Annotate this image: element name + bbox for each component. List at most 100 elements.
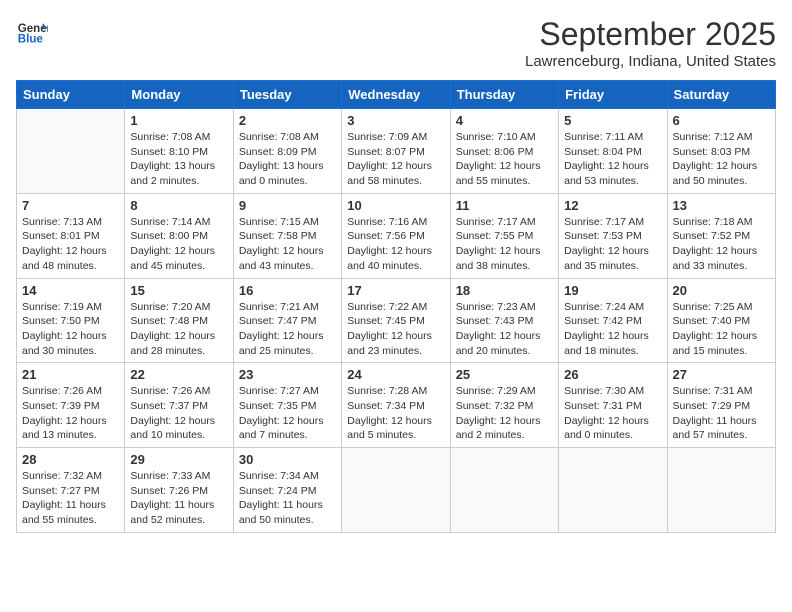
- day-info: Sunrise: 7:17 AM Sunset: 7:55 PM Dayligh…: [456, 215, 553, 274]
- weekday-header-sunday: Sunday: [17, 81, 125, 109]
- day-info: Sunrise: 7:22 AM Sunset: 7:45 PM Dayligh…: [347, 300, 444, 359]
- location-subtitle: Lawrenceburg, Indiana, United States: [525, 53, 776, 70]
- day-number: 21: [22, 367, 119, 382]
- month-title: September 2025: [525, 16, 776, 53]
- calendar-cell: 27 Sunrise: 7:31 AM Sunset: 7:29 PM Dayli…: [667, 363, 775, 448]
- logo-icon: General Blue: [16, 16, 48, 48]
- calendar-cell: 13 Sunrise: 7:18 AM Sunset: 7:52 PM Dayli…: [667, 193, 775, 278]
- day-info: Sunrise: 7:11 AM Sunset: 8:04 PM Dayligh…: [564, 130, 661, 189]
- logo: General Blue: [16, 16, 48, 48]
- calendar-cell: 2 Sunrise: 7:08 AM Sunset: 8:09 PM Daylig…: [233, 109, 341, 194]
- day-number: 16: [239, 283, 336, 298]
- day-number: 24: [347, 367, 444, 382]
- calendar-cell: [667, 448, 775, 533]
- calendar-cell: 5Sunrise: 7:11 AM Sunset: 8:04 PM Daylig…: [559, 109, 667, 194]
- day-info: Sunrise: 7:08 AM Sunset: 8:10 PM Dayligh…: [130, 130, 227, 189]
- day-number: 4: [456, 113, 553, 128]
- day-info: Sunrise: 7:26 AM Sunset: 7:37 PM Dayligh…: [130, 384, 227, 443]
- day-number: 23: [239, 367, 336, 382]
- day-info: Sunrise: 7:33 AM Sunset: 7:26 PM Dayligh…: [130, 469, 227, 528]
- day-number: 28: [22, 452, 119, 467]
- weekday-header-monday: Monday: [125, 81, 233, 109]
- day-info: Sunrise: 7:34 AM Sunset: 7:24 PM Dayligh…: [239, 469, 336, 528]
- day-number: 6: [673, 113, 770, 128]
- calendar-week-row: 28Sunrise: 7:32 AM Sunset: 7:27 PM Dayli…: [17, 448, 776, 533]
- calendar-cell: 26 Sunrise: 7:30 AM Sunset: 7:31 PM Dayli…: [559, 363, 667, 448]
- day-info: Sunrise: 7:20 AM Sunset: 7:48 PM Dayligh…: [130, 300, 227, 359]
- page-header: General Blue September 2025 Lawrenceburg…: [16, 16, 776, 70]
- calendar-cell: 7Sunrise: 7:13 AM Sunset: 8:01 PM Daylig…: [17, 193, 125, 278]
- calendar-cell: 3Sunrise: 7:09 AM Sunset: 8:07 PM Daylig…: [342, 109, 450, 194]
- calendar-cell: 30 Sunrise: 7:34 AM Sunset: 7:24 PM Dayli…: [233, 448, 341, 533]
- day-info: Sunrise: 7:29 AM Sunset: 7:32 PM Dayligh…: [456, 384, 553, 443]
- calendar-cell: 21 Sunrise: 7:26 AM Sunset: 7:39 PM Dayli…: [17, 363, 125, 448]
- day-info: Sunrise: 7:25 AM Sunset: 7:40 PM Dayligh…: [673, 300, 770, 359]
- day-number: 8: [130, 198, 227, 213]
- day-number: 12: [564, 198, 661, 213]
- day-number: 9: [239, 198, 336, 213]
- calendar-cell: 23 Sunrise: 7:27 AM Sunset: 7:35 PM Dayli…: [233, 363, 341, 448]
- calendar-cell: 14 Sunrise: 7:19 AM Sunset: 7:50 PM Dayli…: [17, 278, 125, 363]
- calendar-cell: 11 Sunrise: 7:17 AM Sunset: 7:55 PM Dayli…: [450, 193, 558, 278]
- day-info: Sunrise: 7:12 AM Sunset: 8:03 PM Dayligh…: [673, 130, 770, 189]
- weekday-header-saturday: Saturday: [667, 81, 775, 109]
- day-number: 17: [347, 283, 444, 298]
- calendar-cell: [559, 448, 667, 533]
- day-number: 26: [564, 367, 661, 382]
- calendar-cell: 18Sunrise: 7:23 AM Sunset: 7:43 PM Dayli…: [450, 278, 558, 363]
- day-info: Sunrise: 7:26 AM Sunset: 7:39 PM Dayligh…: [22, 384, 119, 443]
- calendar-cell: 19 Sunrise: 7:24 AM Sunset: 7:42 PM Dayli…: [559, 278, 667, 363]
- day-number: 7: [22, 198, 119, 213]
- calendar-cell: 4 Sunrise: 7:10 AM Sunset: 8:06 PM Daylig…: [450, 109, 558, 194]
- weekday-header-friday: Friday: [559, 81, 667, 109]
- calendar-cell: 10 Sunrise: 7:16 AM Sunset: 7:56 PM Dayli…: [342, 193, 450, 278]
- calendar-cell: [342, 448, 450, 533]
- day-number: 27: [673, 367, 770, 382]
- day-number: 10: [347, 198, 444, 213]
- weekday-header-tuesday: Tuesday: [233, 81, 341, 109]
- day-number: 3: [347, 113, 444, 128]
- day-info: Sunrise: 7:14 AM Sunset: 8:00 PM Dayligh…: [130, 215, 227, 274]
- day-number: 29: [130, 452, 227, 467]
- day-info: Sunrise: 7:21 AM Sunset: 7:47 PM Dayligh…: [239, 300, 336, 359]
- day-number: 13: [673, 198, 770, 213]
- calendar-cell: 16 Sunrise: 7:21 AM Sunset: 7:47 PM Dayli…: [233, 278, 341, 363]
- calendar-cell: 29 Sunrise: 7:33 AM Sunset: 7:26 PM Dayli…: [125, 448, 233, 533]
- day-info: Sunrise: 7:19 AM Sunset: 7:50 PM Dayligh…: [22, 300, 119, 359]
- day-info: Sunrise: 7:27 AM Sunset: 7:35 PM Dayligh…: [239, 384, 336, 443]
- day-number: 11: [456, 198, 553, 213]
- day-number: 15: [130, 283, 227, 298]
- day-number: 1: [130, 113, 227, 128]
- calendar-week-row: 14 Sunrise: 7:19 AM Sunset: 7:50 PM Dayli…: [17, 278, 776, 363]
- day-number: 19: [564, 283, 661, 298]
- day-info: Sunrise: 7:31 AM Sunset: 7:29 PM Dayligh…: [673, 384, 770, 443]
- weekday-header-thursday: Thursday: [450, 81, 558, 109]
- calendar-cell: 6 Sunrise: 7:12 AM Sunset: 8:03 PM Daylig…: [667, 109, 775, 194]
- day-info: Sunrise: 7:16 AM Sunset: 7:56 PM Dayligh…: [347, 215, 444, 274]
- day-info: Sunrise: 7:08 AM Sunset: 8:09 PM Dayligh…: [239, 130, 336, 189]
- day-info: Sunrise: 7:30 AM Sunset: 7:31 PM Dayligh…: [564, 384, 661, 443]
- day-number: 14: [22, 283, 119, 298]
- calendar-table: SundayMondayTuesdayWednesdayThursdayFrid…: [16, 80, 776, 533]
- calendar-cell: [17, 109, 125, 194]
- calendar-week-row: 7Sunrise: 7:13 AM Sunset: 8:01 PM Daylig…: [17, 193, 776, 278]
- calendar-cell: 15 Sunrise: 7:20 AM Sunset: 7:48 PM Dayli…: [125, 278, 233, 363]
- day-number: 20: [673, 283, 770, 298]
- day-number: 25: [456, 367, 553, 382]
- day-number: 30: [239, 452, 336, 467]
- calendar-cell: 9Sunrise: 7:15 AM Sunset: 7:58 PM Daylig…: [233, 193, 341, 278]
- calendar-cell: [450, 448, 558, 533]
- day-info: Sunrise: 7:10 AM Sunset: 8:06 PM Dayligh…: [456, 130, 553, 189]
- day-number: 22: [130, 367, 227, 382]
- calendar-header-row: SundayMondayTuesdayWednesdayThursdayFrid…: [17, 81, 776, 109]
- svg-text:Blue: Blue: [18, 34, 44, 46]
- calendar-cell: 1 Sunrise: 7:08 AM Sunset: 8:10 PM Daylig…: [125, 109, 233, 194]
- day-info: Sunrise: 7:18 AM Sunset: 7:52 PM Dayligh…: [673, 215, 770, 274]
- calendar-cell: 20 Sunrise: 7:25 AM Sunset: 7:40 PM Dayli…: [667, 278, 775, 363]
- day-number: 2: [239, 113, 336, 128]
- calendar-cell: 25 Sunrise: 7:29 AM Sunset: 7:32 PM Dayli…: [450, 363, 558, 448]
- calendar-cell: 17 Sunrise: 7:22 AM Sunset: 7:45 PM Dayli…: [342, 278, 450, 363]
- calendar-cell: 24Sunrise: 7:28 AM Sunset: 7:34 PM Dayli…: [342, 363, 450, 448]
- day-info: Sunrise: 7:24 AM Sunset: 7:42 PM Dayligh…: [564, 300, 661, 359]
- calendar-cell: 28Sunrise: 7:32 AM Sunset: 7:27 PM Dayli…: [17, 448, 125, 533]
